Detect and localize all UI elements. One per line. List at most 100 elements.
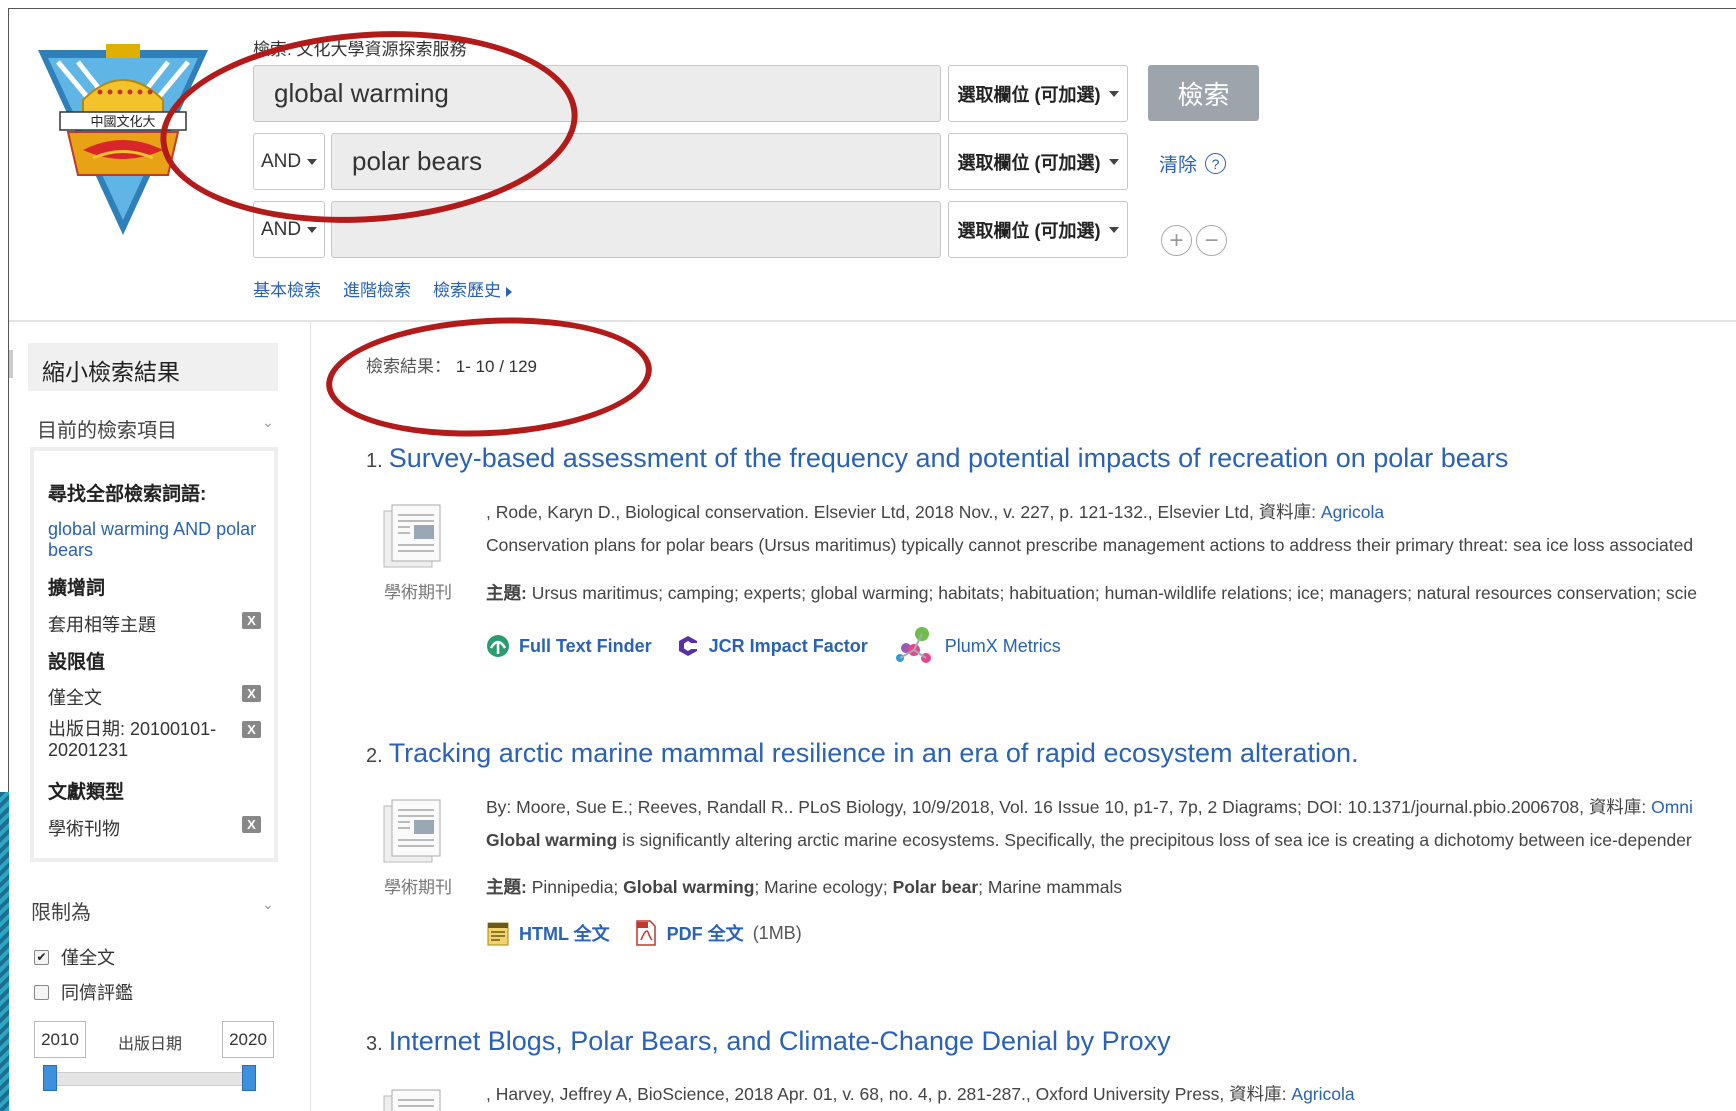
pdf-fulltext-label: PDF 全文 [666, 924, 744, 944]
find-all-label: 尋找全部檢索詞語: [48, 484, 207, 505]
journal-doc-icon[interactable] [380, 796, 446, 864]
add-row-icon[interactable]: + [1161, 225, 1192, 256]
remove-icon[interactable]: X [242, 612, 261, 629]
caret-down-icon [1108, 226, 1119, 233]
caret-down-icon [307, 158, 318, 165]
current-search-heading[interactable]: 目前的檢索項目 [37, 414, 177, 443]
query-link[interactable]: global warming AND polar bears [48, 519, 268, 561]
result-title-text[interactable]: Survey-based assessment of the frequency… [389, 443, 1509, 473]
clear-label: 清除 [1159, 155, 1198, 176]
result-index: 2. [366, 745, 383, 767]
subject-text[interactable]: ; Marine mammals [978, 877, 1122, 897]
field-select-label: 選取欄位 (可加選) [957, 152, 1101, 173]
current-search-box: 尋找全部檢索詞語: global warming AND polar bears… [30, 447, 278, 862]
pdf-size: (1MB) [752, 922, 802, 943]
clear-link[interactable]: 清除? [1159, 150, 1227, 177]
result-count: 檢索結果： 1- 10 / 129 [366, 352, 537, 377]
chevron-down-icon[interactable]: ⌄ [262, 414, 274, 431]
advanced-search-link[interactable]: 進階檢索 [343, 276, 411, 301]
abstract-highlight: Global warming [486, 830, 618, 850]
search-scope-label: 檢索: 文化大學資源探索服務 [253, 40, 467, 59]
journal-doc-icon[interactable] [380, 1086, 446, 1111]
search-history-link[interactable]: 檢索歷史 [433, 276, 512, 301]
result-abstract: Global warming is significantly altering… [486, 830, 1692, 851]
result-meta-text: By: Moore, Sue E.; Reeves, Randall R.. P… [486, 797, 1652, 817]
date-slider-track[interactable] [48, 1072, 252, 1086]
search-button[interactable]: 檢索 [1148, 65, 1259, 121]
database-link[interactable]: Agricola [1321, 502, 1384, 522]
search-term-input-1[interactable]: global warming [253, 65, 941, 122]
field-select-1[interactable]: 選取欄位 (可加選) [948, 65, 1128, 122]
year-to-input[interactable]: 2020 [222, 1021, 274, 1058]
result-title-text[interactable]: Tracking arctic marine mammal resilience… [389, 738, 1359, 768]
subject-label: 主題: [486, 583, 527, 603]
checkbox-checked-icon[interactable]: ✔ [34, 949, 49, 965]
remove-icon[interactable]: X [242, 721, 261, 738]
caret-right-icon [506, 286, 512, 297]
result-abstract: Conservation plans for polar bears (Ursu… [486, 535, 1694, 555]
limiter-fulltext: 僅全文 [48, 688, 102, 708]
boolean-select-2[interactable]: AND [253, 133, 325, 190]
result-subjects: 主題: Ursus maritimus; camping; experts; g… [486, 580, 1697, 605]
caret-down-icon [1108, 90, 1119, 97]
source-type-item: 學術刊物 [48, 819, 120, 839]
jcr-impact-factor-link[interactable]: JCR Impact Factor [676, 634, 868, 658]
caret-down-icon [307, 226, 318, 233]
result-subjects: 主題: Pinnipedia; Global warming; Marine e… [486, 874, 1122, 899]
database-link[interactable]: Agricola [1291, 1084, 1354, 1104]
date-slider-max-handle[interactable] [242, 1065, 256, 1091]
field-select-2[interactable]: 選取欄位 (可加選) [948, 133, 1128, 190]
limit-to-heading[interactable]: 限制為 [31, 896, 91, 925]
boolean-select-3[interactable]: AND [253, 201, 325, 258]
search-nav: 基本檢索 進階檢索 檢索歷史 [253, 276, 512, 301]
limiters-label: 設限值 [48, 652, 106, 673]
subject-text[interactable]: Pinnipedia; [527, 877, 623, 897]
remove-row-icon[interactable]: − [1196, 225, 1227, 256]
subject-label: 主題: [486, 877, 527, 897]
result-meta: By: Moore, Sue E.; Reeves, Randall R.. P… [486, 794, 1693, 819]
sidebar-collapse-handle[interactable] [9, 350, 13, 378]
result-type-label: 學術期刊 [384, 878, 452, 897]
subject-highlight[interactable]: Polar bear [893, 877, 979, 897]
result-tools: Full Text Finder JCR Impact Factor PlumX… [486, 626, 1061, 666]
date-slider-min-handle[interactable] [43, 1065, 57, 1091]
result-index: 1. [366, 450, 383, 472]
svg-text:中國文化大: 中國文化大 [90, 115, 155, 130]
result-tools: HTML 全文 PDF 全文 (1MB) [486, 920, 802, 946]
subject-text[interactable]: ; Marine ecology; [754, 877, 892, 897]
year-from-input[interactable]: 2010 [34, 1021, 86, 1058]
html-fulltext-label: HTML 全文 [519, 924, 610, 944]
result-meta: , Rode, Karyn D., Biological conservatio… [486, 499, 1384, 524]
field-select-label: 選取欄位 (可加選) [957, 220, 1101, 241]
checkbox-label: 同儕評鑑 [61, 983, 133, 1003]
checkbox-icon[interactable] [34, 984, 49, 1000]
narrow-results-title: 縮小檢索結果 [28, 343, 278, 391]
remove-icon[interactable]: X [242, 816, 261, 833]
fulltext-checkbox-row[interactable]: ✔ 僅全文 [34, 944, 115, 970]
subject-list[interactable]: Ursus maritimus; camping; experts; globa… [527, 583, 1697, 603]
result-title-text[interactable]: Internet Blogs, Polar Bears, and Climate… [389, 1026, 1171, 1056]
result-title[interactable]: 3. Internet Blogs, Polar Bears, and Clima… [366, 1026, 1171, 1057]
field-select-3[interactable]: 選取欄位 (可加選) [948, 201, 1128, 258]
pdf-fulltext-link[interactable]: PDF 全文 (1MB) [634, 920, 802, 946]
result-title[interactable]: 1. Survey-based assessment of the frequen… [366, 443, 1508, 474]
search-term-input-3[interactable] [331, 201, 941, 258]
caret-down-icon [1108, 158, 1119, 165]
journal-doc-icon[interactable] [380, 501, 446, 569]
result-type-label: 學術期刊 [384, 583, 452, 602]
plumx-metrics-link[interactable]: PlumX Metrics [892, 626, 1061, 666]
full-text-finder-link[interactable]: Full Text Finder [486, 634, 652, 658]
chevron-down-icon[interactable]: ⌄ [262, 896, 274, 913]
help-icon[interactable]: ? [1205, 153, 1227, 174]
database-link[interactable]: Omni [1651, 797, 1693, 817]
university-logo[interactable]: 中國文化大 [38, 40, 208, 240]
peer-review-checkbox-row[interactable]: 同儕評鑑 [34, 979, 133, 1005]
result-title[interactable]: 2. Tracking arctic marine mammal resilien… [366, 738, 1359, 769]
search-row-3: AND 選取欄位 (可加選) [253, 201, 1128, 258]
html-fulltext-link[interactable]: HTML 全文 [486, 920, 610, 946]
basic-search-link[interactable]: 基本檢索 [253, 276, 321, 301]
search-term-input-2[interactable]: polar bears [331, 133, 941, 190]
subject-highlight[interactable]: Global warming [623, 877, 754, 897]
checkbox-label: 僅全文 [61, 948, 115, 968]
remove-icon[interactable]: X [242, 685, 261, 702]
